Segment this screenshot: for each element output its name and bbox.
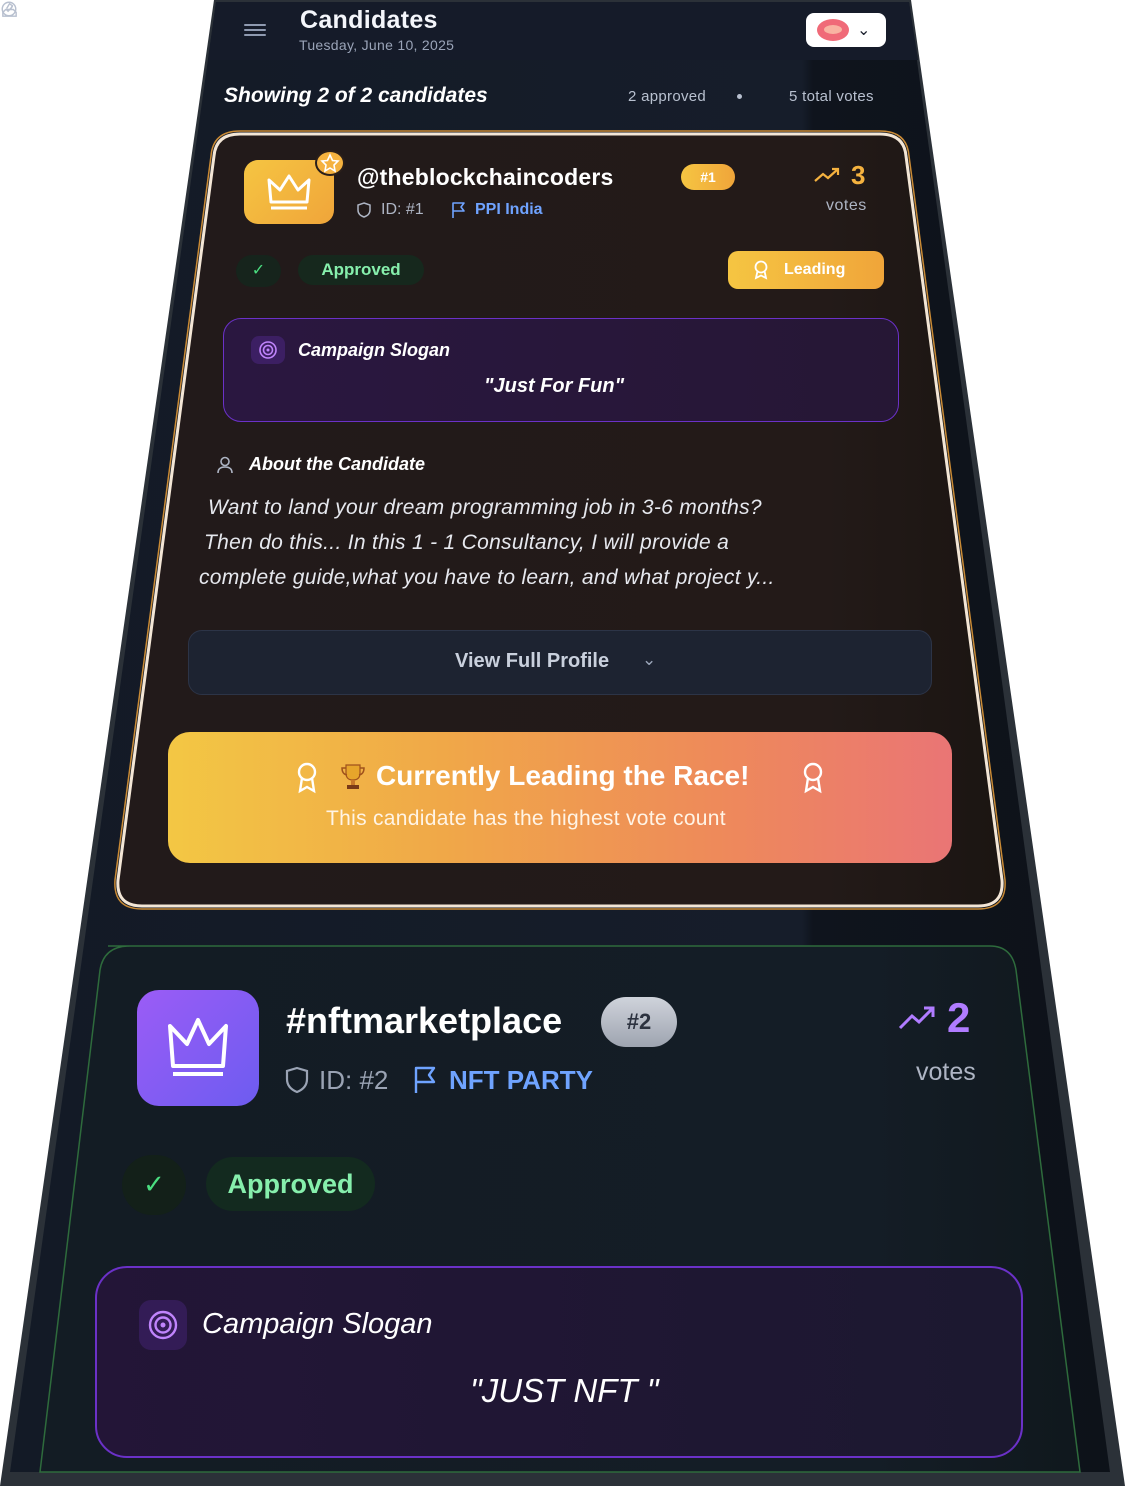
check-icon: ✓ [236,255,281,287]
candidate-name: @theblockchaincoders [357,164,614,190]
banner-subtitle: This candidate has the highest vote coun… [326,807,726,830]
crown-icon [168,1018,228,1076]
star-icon [315,150,345,176]
party-name[interactable]: NFT PARTY [449,1065,593,1096]
candidate-id: ID: #2 [319,1065,389,1095]
shield-icon [285,1066,309,1094]
status-badge: Approved [206,1157,375,1211]
vote-label: votes [826,197,867,214]
page-title: Candidates [300,6,438,34]
flag-icon [452,202,465,218]
candidate-name: #nftmarketplace [286,1000,563,1041]
slogan-title: Campaign Slogan [298,340,451,360]
candidate-avatar [137,990,259,1106]
check-icon: ✓ [122,1155,186,1215]
about-title: About the Candidate [249,454,425,474]
target-icon [139,1300,187,1350]
rank-badge: #1 [681,164,735,190]
leading-banner [168,732,952,863]
slogan-panel [95,1266,1023,1458]
rank-badge: #2 [601,997,677,1047]
chevron-down-icon: ⌄ [857,22,871,39]
trophy-icon [341,764,365,789]
user-avatar [817,19,849,41]
banner-title: Currently Leading the Race! [376,760,750,791]
vote-label: votes [916,1058,976,1086]
slogan-text: "JUST NFT " [470,1372,659,1409]
about-line: Then do this... In this 1 - 1 Consultanc… [204,531,730,554]
vote-count: 2 [947,994,971,1041]
total-votes: 5 total votes [789,88,874,105]
slogan-panel [223,318,899,422]
vote-count: 3 [851,160,866,190]
menu-icon[interactable] [244,24,266,38]
trending-up-icon [898,1006,935,1030]
trending-up-icon [814,167,840,182]
chevron-down-icon[interactable]: ⌄ [642,650,656,670]
slogan-title: Campaign Slogan [202,1308,433,1340]
page-date: Tuesday, June 10, 2025 [299,37,455,53]
about-line: complete guide,what you have to learn, a… [199,566,775,589]
award-icon [803,762,823,794]
target-icon [251,336,285,364]
shield-icon [357,202,371,218]
view-full-profile-label[interactable]: View Full Profile [455,650,609,673]
slogan-text: "Just For Fun" [484,375,625,397]
candidate-id: ID: #1 [381,201,424,218]
results-summary: Showing 2 of 2 candidates [224,84,488,107]
separator-dot [737,94,742,99]
user-icon [217,456,233,474]
award-icon [297,762,317,794]
ballot-box-icon [2,2,17,17]
app-screen: Candidates Tuesday, June 10, 2025 ⌄ Show… [0,0,1126,1486]
status-badge: Approved [298,255,424,285]
flag-icon [414,1066,436,1093]
party-name[interactable]: PPI India [475,201,543,219]
approved-count: 2 approved [628,88,707,105]
leading-label: Leading [784,261,846,278]
award-icon [754,260,768,280]
leading-badge: Leading [728,251,884,289]
about-line: Want to land your dream programming job … [208,496,762,519]
